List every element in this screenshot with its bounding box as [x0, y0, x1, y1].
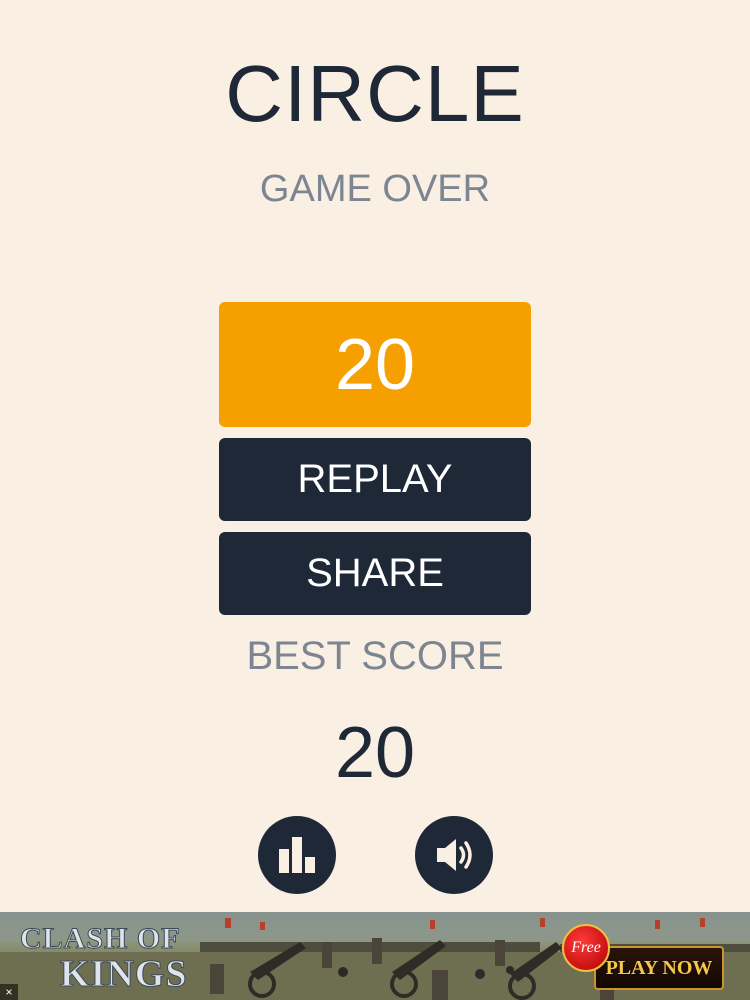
leaderboard-button[interactable] [258, 816, 336, 894]
ad-logo-line2: KINGS [59, 953, 188, 996]
best-score-value: 20 [334, 713, 416, 793]
ad-close-icon[interactable]: × [0, 984, 18, 1000]
best-score-label: BEST SCORE [246, 634, 504, 678]
game-title: CIRCLE [225, 49, 525, 138]
game-over-label: GAME OVER [259, 168, 491, 210]
replay-button[interactable]: REPLAY [219, 438, 531, 521]
leaderboard-icon [279, 837, 315, 873]
ad-logo-line1: CLASH OF [20, 922, 181, 956]
ad-play-now-button[interactable]: PLAY NOW [594, 946, 724, 990]
current-score: 20 [219, 302, 531, 427]
game-over-screen: CIRCLE GAME OVER 20 REPLAY SHARE BEST SC… [0, 0, 750, 1000]
ad-free-badge: Free [562, 924, 610, 972]
share-button[interactable]: SHARE [219, 532, 531, 615]
ad-logo: CLASH OF KINGS [20, 922, 200, 996]
ad-banner[interactable]: CLASH OF KINGS Free PLAY NOW × [0, 912, 750, 1000]
sound-toggle-button[interactable] [415, 816, 493, 894]
speaker-icon [437, 839, 472, 871]
